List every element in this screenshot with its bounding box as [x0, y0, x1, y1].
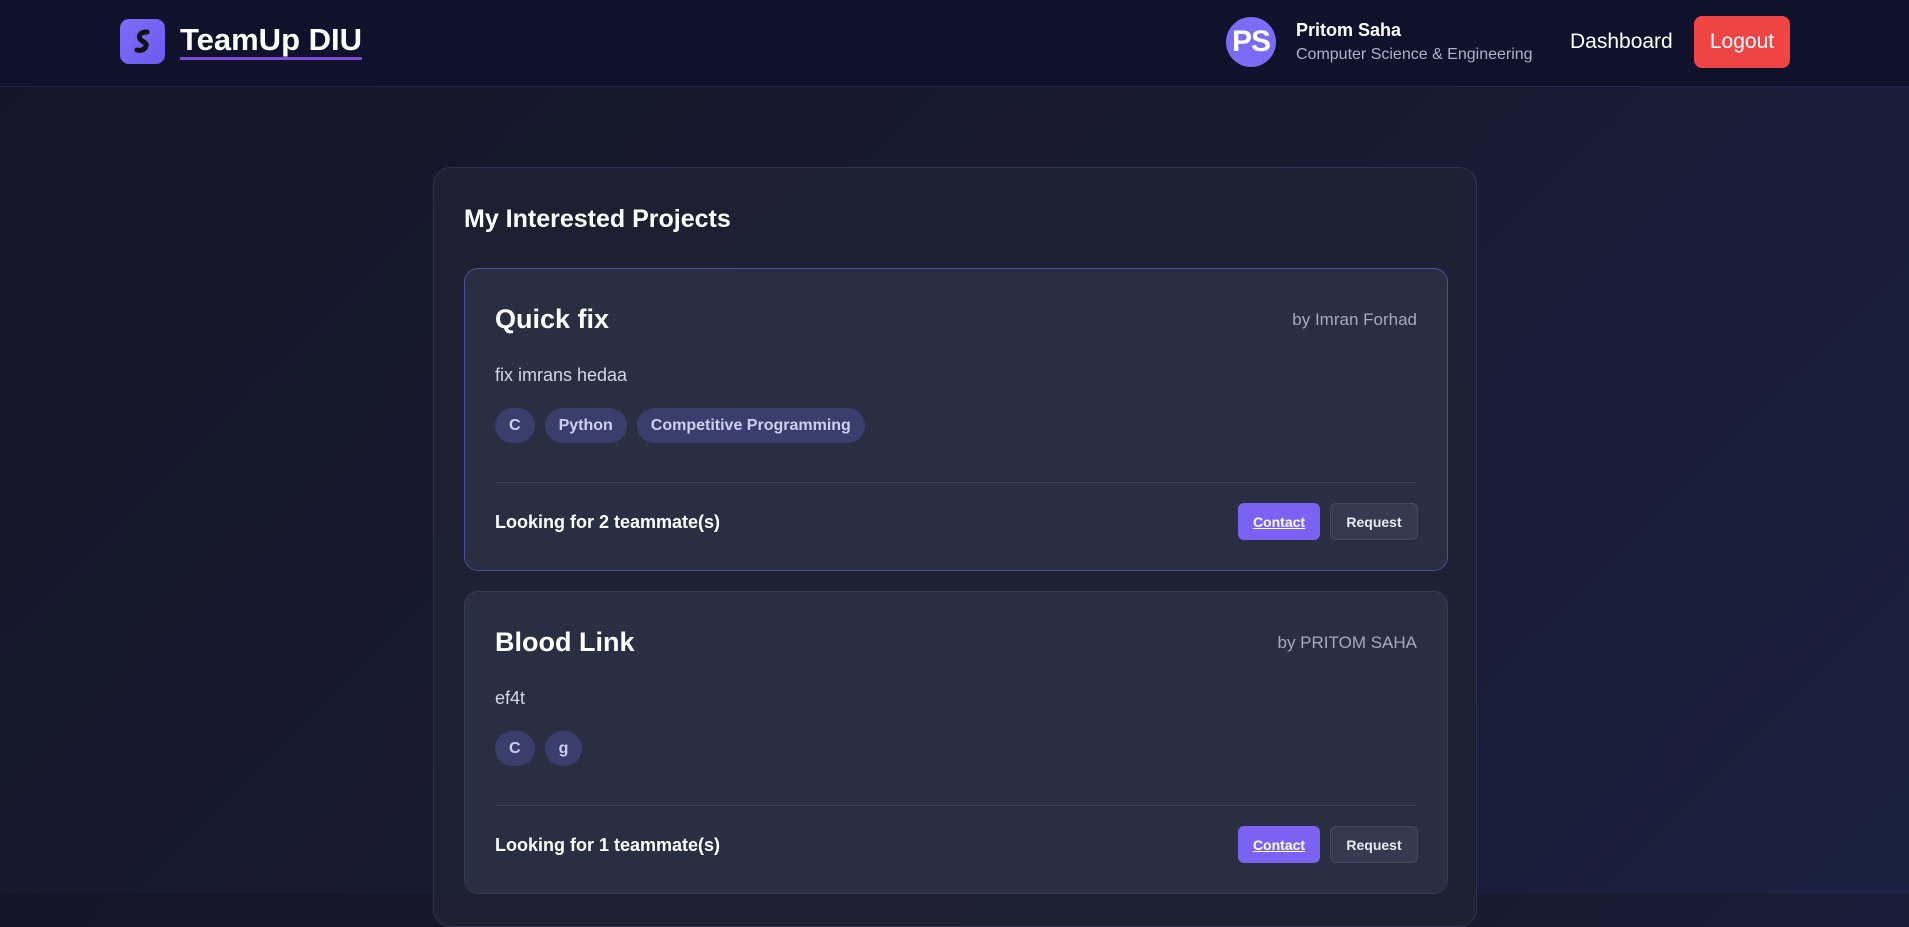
- project-title: Blood Link: [495, 627, 635, 657]
- teammates-needed: Looking for 2 teammate(s): [495, 512, 721, 532]
- teammates-needed: Looking for 1 teammate(s): [495, 835, 721, 855]
- nav-dashboard-link[interactable]: Dashboard: [1570, 28, 1673, 56]
- skill-tags: C g: [495, 731, 583, 766]
- skill-tags: C Python Competitive Programming: [495, 408, 865, 443]
- page-title: My Interested Projects: [464, 205, 731, 233]
- skill-tag: C: [495, 731, 535, 766]
- project-card: Quick fix by Imran Forhad fix imrans hed…: [464, 268, 1448, 571]
- project-card: Blood Link by PRITOM SAHA ef4t C g Looki…: [464, 591, 1448, 894]
- user-name: Pritom Saha: [1296, 20, 1402, 40]
- avatar: PS: [1226, 17, 1276, 67]
- user-profile: PS Pritom Saha Computer Science & Engine…: [1226, 17, 1533, 67]
- card-divider: [495, 805, 1417, 806]
- brand[interactable]: TeamUp DIU: [120, 19, 363, 64]
- request-button[interactable]: Request: [1330, 503, 1418, 540]
- project-description: fix imrans hedaa: [495, 365, 628, 385]
- brand-name[interactable]: TeamUp DIU: [180, 23, 363, 60]
- request-button[interactable]: Request: [1330, 826, 1418, 863]
- top-navbar: TeamUp DIU PS Pritom Saha Computer Scien…: [0, 0, 1909, 87]
- project-author: by Imran Forhad: [1292, 310, 1417, 329]
- skill-tag: g: [544, 731, 583, 766]
- skill-tag: C: [495, 408, 535, 443]
- contact-button[interactable]: Contact: [1238, 826, 1320, 863]
- project-author: by PRITOM SAHA: [1277, 633, 1418, 652]
- contact-button[interactable]: Contact: [1238, 503, 1320, 540]
- card-divider: [495, 482, 1417, 483]
- skill-tag: Competitive Programming: [636, 408, 865, 443]
- brand-logo-icon: [120, 19, 165, 64]
- skill-tag: Python: [544, 408, 627, 443]
- user-department: Computer Science & Engineering: [1296, 46, 1533, 63]
- project-description: ef4t: [495, 688, 526, 708]
- logout-button[interactable]: Logout: [1694, 16, 1790, 68]
- interested-projects-panel: My Interested Projects Quick fix by Imra…: [433, 167, 1477, 927]
- project-title: Quick fix: [495, 304, 610, 334]
